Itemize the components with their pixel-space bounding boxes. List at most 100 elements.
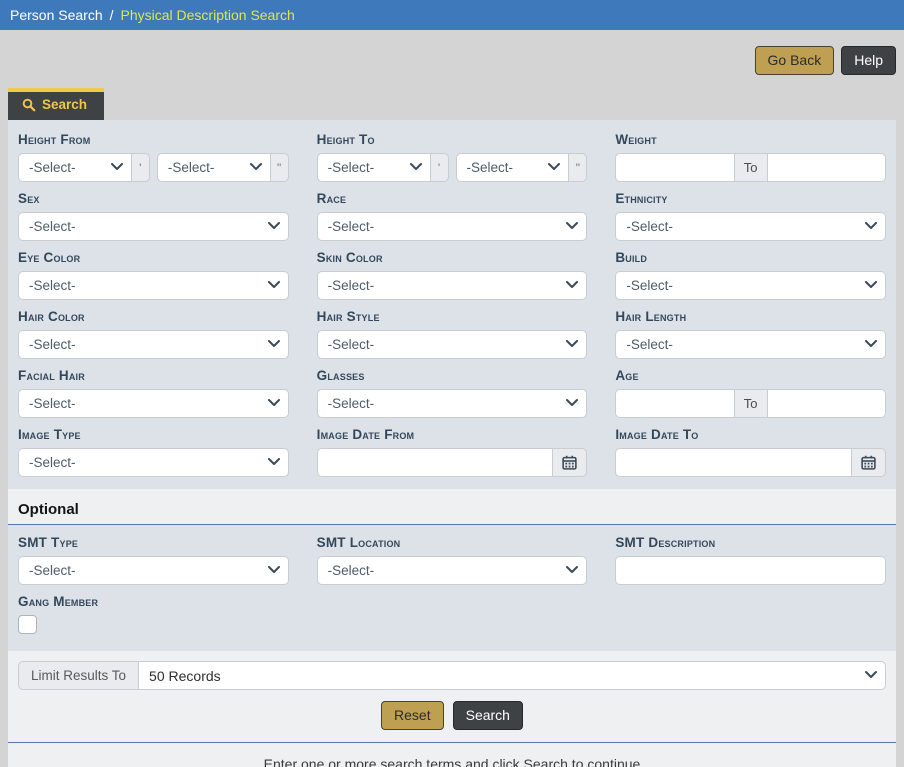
go-back-button[interactable]: Go Back	[755, 46, 835, 75]
glasses-select[interactable]: -Select-	[317, 389, 588, 418]
image-date-from-input[interactable]	[317, 448, 554, 477]
field-race: Race -Select-	[317, 191, 588, 241]
optional-section-header: Optional	[8, 489, 896, 525]
skin-color-select[interactable]: -Select-	[317, 271, 588, 300]
feet-unit-addon: '	[430, 153, 449, 182]
build-select[interactable]: -Select-	[615, 271, 886, 300]
search-form-panel: Height From -Select- ' -Select-	[8, 120, 896, 767]
search-button[interactable]: Search	[453, 701, 523, 730]
weight-from-input[interactable]	[615, 153, 734, 182]
sex-select[interactable]: -Select-	[18, 212, 289, 241]
field-weight: Weight To	[615, 132, 886, 182]
height-to-feet-select-wrap: -Select-	[317, 153, 431, 182]
height-from-label: Height From	[18, 132, 289, 148]
field-glasses: Glasses -Select-	[317, 368, 588, 418]
optional-section: SMT Type -Select- SMT Location -Select- …	[8, 525, 896, 651]
facial-hair-select[interactable]: -Select-	[18, 389, 289, 418]
tab-bar: Search	[8, 88, 896, 120]
limit-results-addon: Limit Results To	[18, 661, 139, 690]
weight-to-input[interactable]	[767, 153, 886, 182]
field-image-date-from: Image Date From	[317, 427, 588, 477]
field-age: Age To	[615, 368, 886, 418]
tab-search-label: Search	[42, 97, 87, 112]
search-icon	[22, 98, 36, 112]
hair-color-select[interactable]: -Select-	[18, 330, 289, 359]
field-hair-color: Hair Color -Select-	[18, 309, 289, 359]
weight-to-addon: To	[734, 153, 768, 182]
image-type-label: Image Type	[18, 427, 289, 443]
limit-results-row: Limit Results To 50 Records	[18, 661, 886, 690]
breadcrumb-current-page: Physical Description Search	[121, 7, 295, 23]
field-skin-color: Skin Color -Select-	[317, 250, 588, 300]
breadcrumb-separator: /	[110, 7, 114, 23]
glasses-select-wrap: -Select-	[317, 389, 588, 418]
reset-button[interactable]: Reset	[381, 701, 444, 730]
eye-color-select-wrap: -Select-	[18, 271, 289, 300]
hair-style-select[interactable]: -Select-	[317, 330, 588, 359]
height-from-feet-select-wrap: -Select-	[18, 153, 132, 182]
field-image-date-to: Image Date To	[615, 427, 886, 477]
image-date-to-calendar-button[interactable]	[851, 448, 886, 477]
field-gang-member: Gang Member	[18, 594, 886, 634]
image-type-select-wrap: -Select-	[18, 448, 289, 477]
image-date-to-input[interactable]	[615, 448, 852, 477]
gang-member-label: Gang Member	[18, 594, 886, 610]
height-from-feet-select[interactable]: -Select-	[18, 153, 132, 182]
image-type-select[interactable]: -Select-	[18, 448, 289, 477]
sex-select-wrap: -Select-	[18, 212, 289, 241]
ethnicity-select[interactable]: -Select-	[615, 212, 886, 241]
height-to-label: Height To	[317, 132, 588, 148]
calendar-icon	[861, 455, 876, 470]
image-date-from-calendar-button[interactable]	[552, 448, 587, 477]
facial-hair-select-wrap: -Select-	[18, 389, 289, 418]
height-from-inches-select[interactable]: -Select-	[157, 153, 271, 182]
inches-unit-addon: "	[568, 153, 587, 182]
sex-label: Sex	[18, 191, 289, 207]
smt-description-input[interactable]	[615, 556, 886, 585]
field-sex: Sex -Select-	[18, 191, 289, 241]
race-select-wrap: -Select-	[317, 212, 588, 241]
inches-unit-addon: "	[270, 153, 289, 182]
build-label: Build	[615, 250, 886, 266]
gang-member-checkbox[interactable]	[18, 615, 37, 634]
height-to-feet-select[interactable]: -Select-	[317, 153, 431, 182]
limit-results-select[interactable]: 50 Records	[138, 661, 886, 690]
field-image-type: Image Type -Select-	[18, 427, 289, 477]
field-smt-description: SMT Description	[615, 535, 886, 585]
height-to-inches-select[interactable]: -Select-	[456, 153, 570, 182]
field-hair-length: Hair Length -Select-	[615, 309, 886, 359]
smt-location-label: SMT Location	[317, 535, 588, 551]
height-from-inches-select-wrap: -Select-	[157, 153, 271, 182]
smt-location-select[interactable]: -Select-	[317, 556, 588, 585]
age-to-addon: To	[734, 389, 768, 418]
hair-color-select-wrap: -Select-	[18, 330, 289, 359]
help-button[interactable]: Help	[841, 46, 896, 75]
build-select-wrap: -Select-	[615, 271, 886, 300]
age-to-input[interactable]	[767, 389, 886, 418]
hair-style-select-wrap: -Select-	[317, 330, 588, 359]
hair-length-select-wrap: -Select-	[615, 330, 886, 359]
race-select[interactable]: -Select-	[317, 212, 588, 241]
field-height-to: Height To -Select- ' -Select-	[317, 132, 588, 182]
glasses-label: Glasses	[317, 368, 588, 384]
breadcrumb: Person Search / Physical Description Sea…	[0, 0, 904, 30]
image-date-to-label: Image Date To	[615, 427, 886, 443]
criteria-section: Height From -Select- ' -Select-	[8, 120, 896, 489]
skin-color-select-wrap: -Select-	[317, 271, 588, 300]
smt-type-select[interactable]: -Select-	[18, 556, 289, 585]
field-smt-location: SMT Location -Select-	[317, 535, 588, 585]
smt-type-select-wrap: -Select-	[18, 556, 289, 585]
field-ethnicity: Ethnicity -Select-	[615, 191, 886, 241]
eye-color-label: Eye Color	[18, 250, 289, 266]
eye-color-select[interactable]: -Select-	[18, 271, 289, 300]
smt-description-label: SMT Description	[615, 535, 886, 551]
hair-length-label: Hair Length	[615, 309, 886, 325]
field-build: Build -Select-	[615, 250, 886, 300]
age-from-input[interactable]	[615, 389, 734, 418]
tab-search[interactable]: Search	[8, 88, 104, 120]
breadcrumb-link-person-search[interactable]: Person Search	[10, 7, 103, 23]
ethnicity-select-wrap: -Select-	[615, 212, 886, 241]
hair-length-select[interactable]: -Select-	[615, 330, 886, 359]
feet-unit-addon: '	[131, 153, 150, 182]
facial-hair-label: Facial Hair	[18, 368, 289, 384]
